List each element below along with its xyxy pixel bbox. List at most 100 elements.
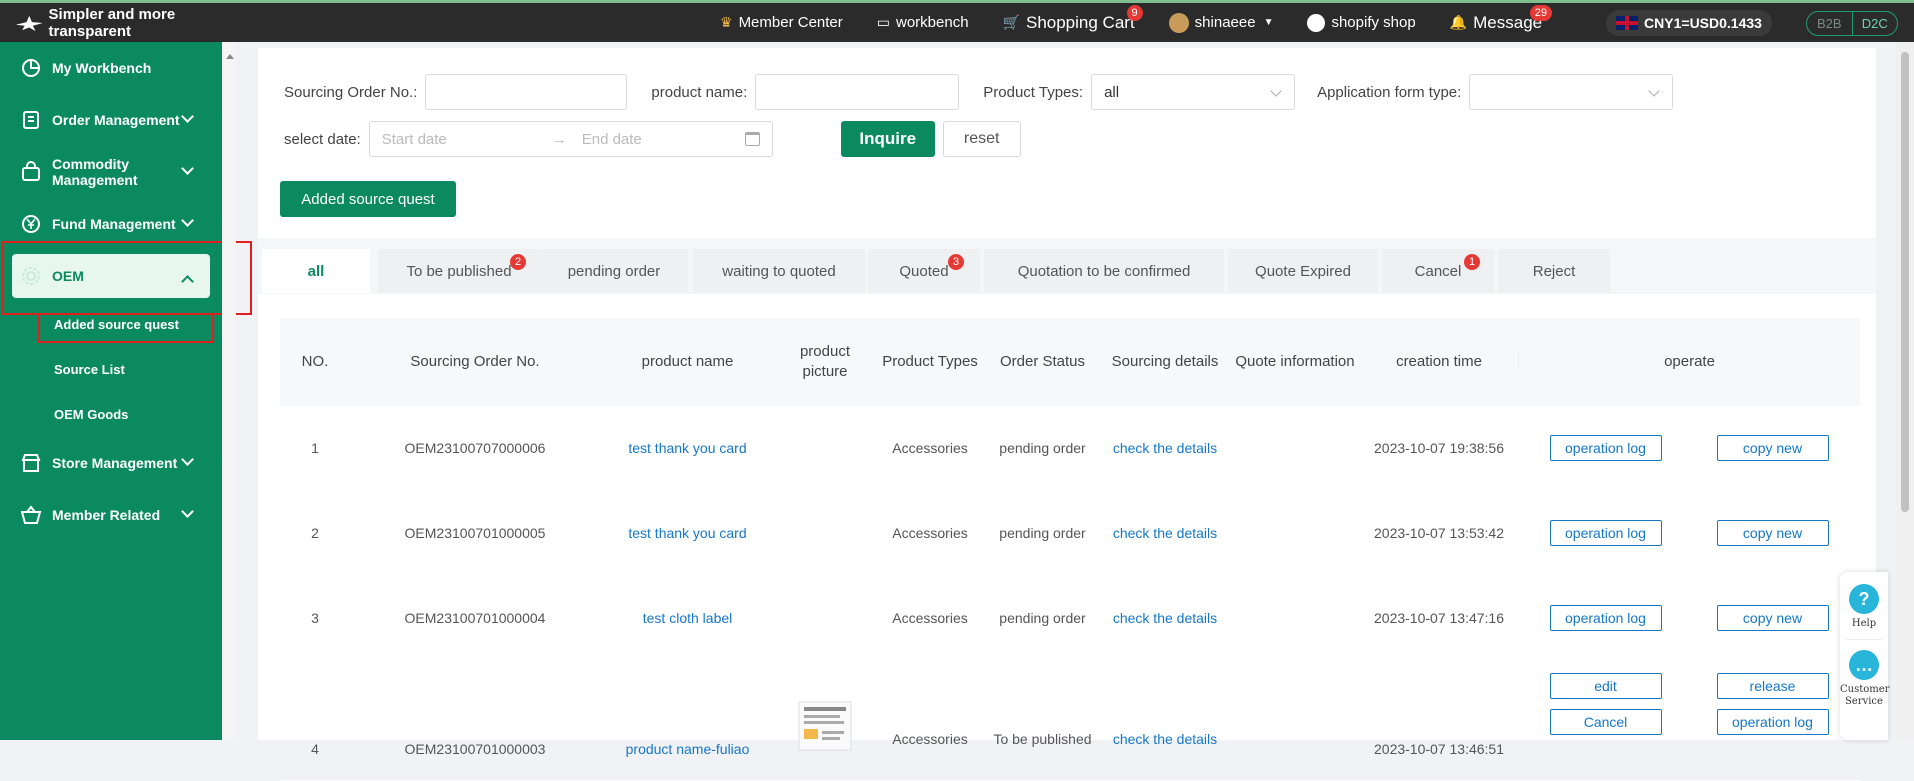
scrollbar-thumb[interactable] <box>1901 52 1909 512</box>
tab-waiting-to-quoted[interactable]: waiting to quoted <box>693 249 865 293</box>
tab-label: To be published <box>406 262 512 280</box>
product-name-link[interactable]: test thank you card <box>600 523 775 543</box>
top-nav: ♛ Member Center ▭ workbench 🛒 Shopping C… <box>720 3 1576 42</box>
mode-toggle[interactable]: B2B D2C <box>1806 11 1898 36</box>
sidebar-item-order-management[interactable]: Order Management <box>0 94 222 146</box>
tab-quoted[interactable]: Quoted 3 <box>868 249 980 293</box>
tab-label: waiting to quoted <box>722 262 836 280</box>
message-link[interactable]: 🔔 Message 29 <box>1450 4 1552 33</box>
mode-d2c[interactable]: D2C <box>1851 12 1898 35</box>
tab-badge: 3 <box>948 254 965 270</box>
product-name-link[interactable]: test cloth label <box>600 608 775 628</box>
sidebar-item-label: My Workbench <box>52 60 152 76</box>
member-center-label: Member Center <box>738 14 843 31</box>
sidebar-subitem-source-list[interactable]: Source List <box>0 347 222 392</box>
user-menu[interactable]: shinaeee ▼ <box>1168 12 1273 33</box>
logo[interactable]: Simpler and more transparent <box>0 6 240 40</box>
chevron-down-icon <box>181 214 194 227</box>
help-button[interactable]: ? Help <box>1840 584 1888 629</box>
application-form-type-label: Application form type: <box>1317 83 1462 101</box>
logo-icon <box>15 15 43 31</box>
tab-quote-expired[interactable]: Quote Expired <box>1228 249 1378 293</box>
monitor-icon: ▭ <box>876 14 890 30</box>
product-name-input[interactable] <box>755 74 960 110</box>
copy-new-button[interactable]: copy new <box>1716 435 1829 461</box>
check-details-link[interactable]: check the details <box>1100 438 1230 458</box>
sidebar-subitem-label: OEM Goods <box>54 407 129 422</box>
application-form-type-select[interactable] <box>1469 74 1674 110</box>
product-thumbnail <box>798 701 852 751</box>
sidebar-item-store-management[interactable]: Store Management <box>0 437 222 489</box>
sidebar-item-fund-management[interactable]: Fund Management <box>0 198 222 250</box>
customer-service-label: Customer Service <box>1840 684 1890 707</box>
pie-chart-icon <box>22 59 40 77</box>
arrow-right-icon: → <box>551 130 567 148</box>
tab-to-be-published[interactable]: To be published 2 <box>378 249 540 293</box>
date-range-picker[interactable]: Start date → End date <box>368 121 773 157</box>
col-header: Sourcing details <box>1111 353 1219 370</box>
mode-b2b[interactable]: B2B <box>1807 12 1852 35</box>
copy-new-button[interactable]: copy new <box>1716 520 1829 546</box>
row-no: 3 <box>311 610 319 626</box>
check-details-link[interactable]: check the details <box>1100 608 1230 628</box>
product-types-select[interactable]: all <box>1091 74 1296 110</box>
tab-label: Quotation to be confirmed <box>1017 262 1191 280</box>
edit-button[interactable]: edit <box>1549 673 1662 699</box>
product-name-link[interactable]: product name-fuliao <box>600 739 775 759</box>
page-scrollbar[interactable] <box>1896 42 1914 740</box>
sidebar-item-commodity-management[interactable]: Commodity Management <box>0 146 222 198</box>
document-icon <box>23 111 39 129</box>
sidebar-item-oem[interactable]: OEM <box>12 254 210 298</box>
sourcing-order-input[interactable] <box>425 74 628 110</box>
product-type: Accessories <box>892 731 968 747</box>
chevron-down-icon <box>1270 85 1282 97</box>
sidebar-item-my-workbench[interactable]: My Workbench <box>0 42 222 94</box>
cancel-button[interactable]: Cancel <box>1549 709 1662 735</box>
tab-all[interactable]: all <box>262 249 370 293</box>
table-row: 1 OEM23100707000006 test thank you card … <box>280 406 1860 491</box>
sidebar-item-member-related[interactable]: Member Related <box>0 489 222 541</box>
order-status: pending order <box>999 610 1086 626</box>
operation-log-button[interactable]: operation log <box>1716 709 1829 735</box>
sidebar: My Workbench Order Management Commodity … <box>0 42 252 740</box>
tab-quotation-to-be-confirmed[interactable]: Quotation to be confirmed <box>984 249 1224 293</box>
member-center-link[interactable]: ♛ Member Center <box>720 14 843 31</box>
sidebar-subitem-oem-goods[interactable]: OEM Goods <box>0 392 222 437</box>
customer-service-button[interactable]: … Customer Service <box>1840 650 1890 708</box>
cart-icon: 🛒 <box>1002 14 1020 30</box>
order-status: pending order <box>999 440 1086 456</box>
operate-cell: operation log copy new <box>1518 520 1860 546</box>
start-date-input[interactable]: Start date <box>382 131 552 148</box>
inquire-button[interactable]: Inquire <box>840 121 935 157</box>
question-icon: ? <box>1849 584 1879 614</box>
sourcing-order-label: Sourcing Order No.: <box>284 83 418 101</box>
check-details-link[interactable]: check the details <box>1100 729 1230 749</box>
main-content: Sourcing Order No.: product name: Produc… <box>258 48 1876 781</box>
col-header: creation time <box>1396 353 1482 370</box>
release-button[interactable]: release <box>1716 673 1829 699</box>
table-header: NO. Sourcing Order No. product name prod… <box>280 318 1860 406</box>
calendar-icon <box>744 132 760 146</box>
added-source-quest-button[interactable]: Added source quest <box>280 181 456 217</box>
operation-log-button[interactable]: operation log <box>1549 605 1662 631</box>
currency-selector[interactable]: CNY1=USD0.1433 <box>1606 10 1772 36</box>
end-date-input[interactable]: End date <box>582 131 742 148</box>
shopping-cart-link[interactable]: 🛒 Shopping Cart 9 <box>1002 4 1143 33</box>
basket-icon <box>20 505 42 524</box>
sidebar-subitem-added-source-quest[interactable]: Added source quest <box>0 302 222 347</box>
operation-log-button[interactable]: operation log <box>1549 435 1662 461</box>
product-name-link[interactable]: test thank you card <box>600 438 775 458</box>
workbench-link[interactable]: ▭ workbench <box>877 14 969 31</box>
tab-reject[interactable]: Reject <box>1498 249 1610 293</box>
copy-new-button[interactable]: copy new <box>1716 605 1829 631</box>
tab-cancel[interactable]: Cancel 1 <box>1382 249 1494 293</box>
left-scrollbar[interactable] <box>222 42 236 740</box>
shopping-cart-label: Shopping Cart <box>1025 12 1135 32</box>
logo-text: Simpler and more transparent <box>48 5 176 40</box>
shopify-shop-link[interactable]: shopify shop <box>1307 13 1416 32</box>
tab-pending-order[interactable]: pending order <box>540 249 688 293</box>
operation-log-button[interactable]: operation log <box>1549 520 1662 546</box>
table-row: 4 OEM23100701000003 product name-fuliao … <box>280 661 1860 781</box>
reset-button[interactable]: reset <box>942 121 1021 157</box>
check-details-link[interactable]: check the details <box>1100 523 1230 543</box>
